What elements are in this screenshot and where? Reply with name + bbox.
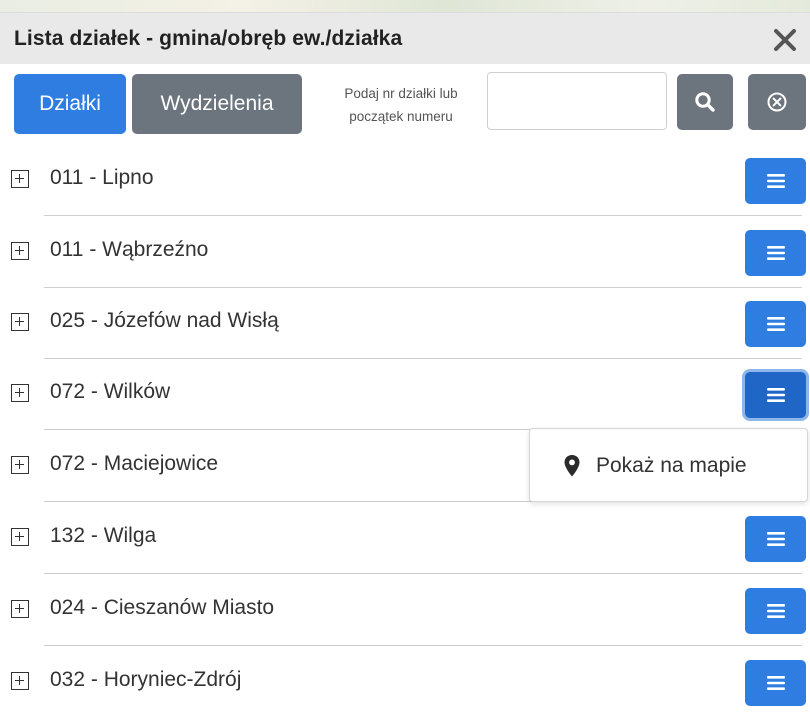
row-menu-button-active[interactable] (745, 372, 806, 418)
tab-dzialki[interactable]: Działki (14, 74, 126, 134)
hamburger-icon (766, 246, 785, 260)
show-on-map-label: Pokaż na mapie (596, 454, 747, 477)
hamburger-icon (766, 388, 785, 402)
row-menu-button[interactable] (745, 158, 806, 204)
hamburger-icon (766, 532, 785, 546)
list-item: 132 - Wilga (0, 502, 810, 574)
list-item-label: 032 - Horyniec-Zdrój (50, 668, 242, 691)
list-item: 011 - Wąbrzeźno (0, 216, 810, 288)
close-icon (774, 29, 796, 51)
expand-plus-icon[interactable] (11, 384, 29, 402)
search-hint-line2: początek numeru (349, 109, 453, 124)
list-item-label: 024 - Cieszanów Miasto (50, 596, 275, 619)
search-input[interactable] (487, 72, 667, 130)
row-menu-button[interactable] (745, 301, 806, 347)
search-icon (695, 92, 715, 112)
panel-header: Lista działek - gmina/obręb ew./działka (0, 12, 810, 64)
hamburger-icon (766, 604, 785, 618)
close-button[interactable] (768, 23, 802, 57)
expand-plus-icon[interactable] (11, 242, 29, 260)
list-item-label: 011 - Wąbrzeźno (50, 238, 209, 261)
row-menu-button[interactable] (745, 516, 806, 562)
row-menu-button[interactable] (745, 588, 806, 634)
row-menu-button[interactable] (745, 660, 806, 706)
expand-plus-icon[interactable] (11, 313, 29, 331)
tab-wydzielenia[interactable]: Wydzielenia (132, 74, 302, 134)
list-item-label: 025 - Józefów nad Wisłą (50, 309, 279, 332)
list-item: 024 - Cieszanów Miasto (0, 574, 810, 646)
row-context-menu: Pokaż na mapie (529, 428, 808, 502)
list-item-label: 072 - Wilków (50, 380, 171, 403)
toolbar: Działki Wydzielenia Podaj nr działki lub… (0, 64, 810, 142)
expand-plus-icon[interactable] (11, 528, 29, 546)
list-item: 072 - Wilków (0, 358, 810, 430)
row-menu-button[interactable] (745, 230, 806, 276)
expand-plus-icon[interactable] (11, 170, 29, 188)
panel-title: Lista działek - gmina/obręb ew./działka (14, 27, 403, 50)
map-marker-icon (564, 455, 580, 477)
clear-button[interactable] (748, 74, 806, 130)
expand-plus-icon[interactable] (11, 456, 29, 474)
list-item-label: 132 - Wilga (50, 524, 157, 547)
show-on-map-item[interactable]: Pokaż na mapie (530, 429, 807, 501)
list-item: 032 - Horyniec-Zdrój (0, 646, 810, 718)
clear-circle-icon (767, 92, 787, 112)
list-item: 011 - Lipno (0, 144, 810, 216)
expand-plus-icon[interactable] (11, 672, 29, 690)
expand-plus-icon[interactable] (11, 600, 29, 618)
hamburger-icon (766, 317, 785, 331)
list-item-label: 011 - Lipno (50, 166, 154, 189)
search-hint-line1: Podaj nr działki lub (344, 86, 458, 101)
hamburger-icon (766, 676, 785, 690)
search-hint: Podaj nr działki lub początek numeru (326, 82, 476, 128)
map-background-strip (0, 0, 810, 12)
hamburger-icon (766, 174, 785, 188)
list-item: 025 - Józefów nad Wisłą (0, 287, 810, 359)
search-button[interactable] (677, 74, 733, 130)
list-item-label: 072 - Maciejowice (50, 452, 219, 475)
